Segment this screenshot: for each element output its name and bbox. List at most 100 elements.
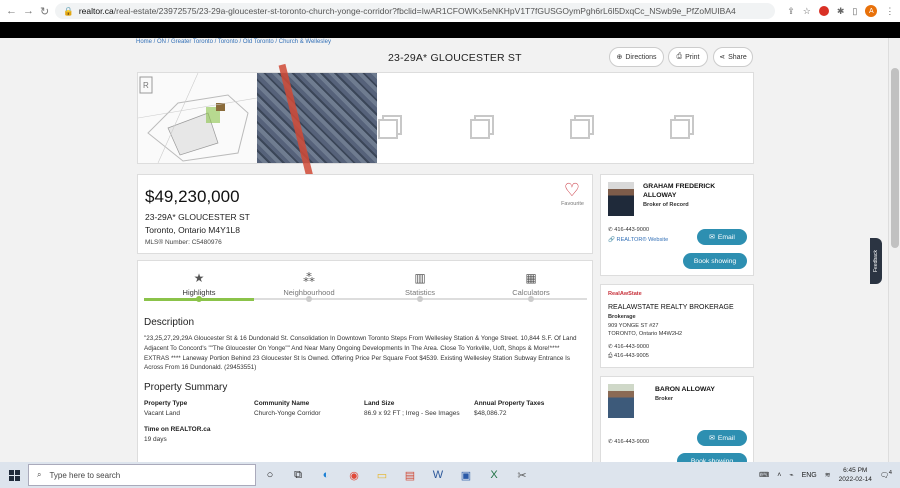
agent-photo[interactable] (608, 182, 634, 216)
share-icon: ⋖ (719, 54, 726, 61)
brokerage-phone[interactable]: ✆ 416-443-9000 (608, 344, 649, 350)
system-tray: ⌨ ˄ ⌁ ENG ≋ 6:45 PM 2022-02-14 🗨4 (759, 462, 900, 488)
profile-avatar[interactable]: A (865, 5, 878, 17)
share-label: Share (728, 53, 747, 61)
calculator-icon: ▦ (525, 271, 537, 285)
forward-icon[interactable]: → (23, 5, 34, 17)
photo-placeholder-icon[interactable] (670, 115, 696, 141)
clock[interactable]: 6:45 PM 2022-02-14 (839, 466, 872, 484)
summary-value: $48,086.72 (474, 410, 507, 417)
book-showing-button[interactable]: Book showing (677, 453, 747, 462)
address-bar[interactable]: 🔒 realtor.ca/real-estate/23972575/23-29a… (55, 3, 776, 19)
back-icon[interactable]: ← (6, 5, 17, 17)
photo-placeholder-icon[interactable] (570, 115, 596, 141)
mls-number: MLS® Number: C5480976 (145, 239, 222, 246)
tab-calculators[interactable]: ▦ Calculators (476, 271, 586, 297)
print-button[interactable]: ⎙ Print (668, 47, 708, 67)
chrome-icon[interactable]: ◉ (340, 462, 368, 488)
feedback-tab[interactable]: Feedback (870, 238, 882, 284)
tab-highlights[interactable]: ★ Highlights (144, 271, 254, 297)
tab-neighbourhood[interactable]: ⁂ Neighbourhood (254, 271, 364, 297)
page-scrollbar[interactable] (888, 38, 900, 462)
share-button[interactable]: ⋖ Share (713, 47, 753, 67)
star-icon: ★ (193, 271, 205, 285)
agent-name-line1[interactable]: GRAHAM FREDERICK (643, 182, 715, 191)
remote-desktop-icon[interactable]: ▣ (452, 462, 480, 488)
share-page-icon[interactable]: ⇪ (787, 6, 795, 17)
lang-indicator[interactable]: ENG (802, 472, 817, 479)
edge-icon[interactable]: ◐ (312, 462, 340, 488)
brokerage-logo[interactable]: RealAwState (608, 291, 642, 297)
extensions-puzzle-icon[interactable]: ✱ (837, 6, 845, 17)
satellite-image[interactable] (257, 63, 377, 183)
clock-date: 2022-02-14 (838, 476, 872, 483)
people-icon: ⁂ (303, 271, 315, 285)
photo-placeholder-icon[interactable] (378, 115, 404, 141)
agent-role: Broker of Record (643, 202, 689, 208)
cortana-icon[interactable]: ○ (256, 462, 284, 488)
envelope-icon: ✉ (709, 234, 715, 241)
heart-icon[interactable]: ♡ (564, 181, 580, 199)
task-view-icon[interactable]: ⧉ (284, 462, 312, 488)
agent-name-line2[interactable]: ALLOWAY (643, 191, 676, 200)
fax-number: 416-443-9005 (614, 353, 649, 359)
windows-start-icon[interactable] (0, 462, 28, 488)
favourite-label[interactable]: Favourite (561, 201, 584, 207)
file-explorer-icon[interactable]: ▭ (368, 462, 396, 488)
tab-dot (196, 296, 202, 302)
site-header-bar (0, 22, 900, 38)
agent-photo[interactable] (608, 384, 634, 418)
bookmark-star-icon[interactable]: ☆ (803, 6, 811, 17)
agent-website-link[interactable]: 🔗 REALTOR® Website (608, 237, 668, 243)
email-button[interactable]: ✉ Email (697, 430, 747, 446)
url-path: /real-estate/23972575/23-29a-gloucester-… (113, 6, 736, 16)
photo-gallery[interactable]: R (137, 63, 754, 183)
details-card: ★ Highlights ⁂ Neighbourhood ▥ Statistic… (137, 260, 593, 462)
scrollbar-thumb[interactable] (891, 68, 899, 248)
book-showing-button[interactable]: Book showing (683, 253, 747, 269)
summary-label: Land Size (364, 400, 395, 407)
summary-label: Time on REALTOR.ca (144, 426, 211, 433)
agent-phone[interactable]: ✆ 416-443-9000 (608, 227, 649, 233)
lock-icon: 🔒 (63, 5, 74, 16)
notification-icon[interactable]: 🗨4 (880, 470, 892, 479)
reload-icon[interactable]: ↻ (40, 5, 49, 18)
extension-icon[interactable] (818, 6, 829, 16)
brokerage-address2: TORONTO, Ontario M4W2H2 (608, 331, 683, 337)
browser-toolbar: ← → ↻ 🔒 realtor.ca/real-estate/23972575/… (0, 0, 900, 22)
email-button[interactable]: ✉ Email (697, 229, 747, 245)
tab-dot (417, 296, 423, 302)
wifi-icon[interactable]: ≋ (825, 471, 831, 479)
chevron-up-icon[interactable]: ˄ (777, 472, 781, 479)
directions-button[interactable]: ⊕ Directions (609, 47, 664, 67)
excel-icon[interactable]: X (480, 462, 508, 488)
property-summary-heading: Property Summary (144, 382, 228, 393)
summary-value: 86.9 x 92 FT ; Irreg - See Images (364, 410, 460, 417)
tab-progress-track (144, 296, 587, 302)
summary-value: Vacant Land (144, 410, 181, 417)
breadcrumb[interactable]: Home / ON / Greater Toronto / Toronto / … (136, 39, 331, 45)
photo-placeholder-icon[interactable] (470, 115, 496, 141)
print-label: Print (685, 53, 700, 61)
keyboard-icon[interactable]: ⌨ (759, 471, 769, 479)
network-icon[interactable]: ⌁ (789, 471, 793, 479)
summary-label: Community Name (254, 400, 310, 407)
description-heading: Description (144, 317, 195, 328)
sidebar-icon[interactable]: ▯ (852, 6, 857, 17)
taskbar-search[interactable]: ⌕ Type here to search (28, 464, 256, 486)
page-content: Home / ON / Greater Toronto / Toronto / … (0, 38, 888, 462)
menu-kebab-icon[interactable]: ⋮ (885, 6, 894, 17)
word-icon[interactable]: W (424, 462, 452, 488)
summary-label: Annual Property Taxes (474, 400, 545, 407)
agent-name[interactable]: BARON ALLOWAY (655, 385, 715, 394)
envelope-icon: ✉ (709, 435, 715, 442)
price-card: $49,230,000 23-29A* GLOUCESTER ST Toront… (137, 174, 593, 254)
site-plan-image[interactable]: R (138, 73, 257, 163)
search-placeholder: Type here to search (49, 470, 121, 480)
powerpoint-icon[interactable]: ▤ (396, 462, 424, 488)
summary-value: Church-Yonge Corridor (254, 410, 321, 417)
snipping-tool-icon[interactable]: ✂ (508, 462, 536, 488)
agent-phone[interactable]: ✆ 416-443-9000 (608, 439, 649, 445)
brokerage-name[interactable]: REALAWSTATE REALTY BROKERAGE (608, 304, 734, 311)
tab-statistics[interactable]: ▥ Statistics (365, 271, 475, 297)
